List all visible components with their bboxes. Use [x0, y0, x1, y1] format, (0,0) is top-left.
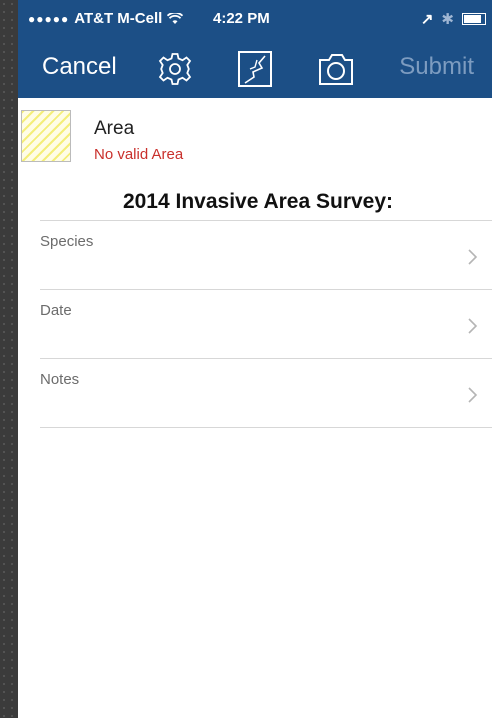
- cancel-button[interactable]: Cancel: [42, 53, 117, 81]
- survey-title: 2014 Invasive Area Survey:: [122, 190, 394, 213]
- chevron-right-icon: [468, 318, 478, 334]
- status-right: ↗ ✱: [421, 10, 486, 28]
- battery-icon: [462, 13, 486, 25]
- navigation-bar: Cancel Submit: [18, 40, 492, 98]
- gear-icon[interactable]: [155, 50, 195, 88]
- area-hatch-swatch: [21, 110, 71, 162]
- status-bar: ●●●●● AT&T M-Cell 4:22 PM ↗ ✱: [18, 0, 492, 40]
- area-title: Area: [94, 118, 135, 139]
- signal-strength-icon: ●●●●●: [28, 11, 70, 26]
- field-label: Notes: [40, 371, 80, 388]
- field-row-date[interactable]: Date: [40, 289, 492, 358]
- area-row[interactable]: Area No valid Area: [18, 110, 492, 165]
- status-time: 4:22 PM: [213, 10, 270, 27]
- chevron-right-icon: [468, 249, 478, 265]
- phone-screen: ●●●●● AT&T M-Cell 4:22 PM ↗ ✱ Cancel Sub…: [18, 0, 492, 718]
- location-arrow-icon: ↗: [420, 11, 434, 28]
- chevron-right-icon: [468, 387, 478, 403]
- wifi-icon: [167, 12, 184, 24]
- field-row-species[interactable]: Species: [40, 220, 492, 289]
- field-list: Species Date Notes: [40, 220, 492, 428]
- status-left: ●●●●● AT&T M-Cell: [28, 10, 184, 27]
- bluetooth-icon: ✱: [441, 11, 454, 28]
- map-sketch-icon[interactable]: [235, 50, 275, 88]
- area-status-error: No valid Area: [94, 146, 184, 163]
- carrier-name: AT&T M-Cell: [74, 10, 163, 27]
- submit-button[interactable]: Submit: [399, 53, 474, 81]
- camera-icon[interactable]: [316, 50, 356, 88]
- field-label: Species: [40, 233, 94, 250]
- field-label: Date: [40, 302, 72, 319]
- field-row-notes[interactable]: Notes: [40, 358, 492, 428]
